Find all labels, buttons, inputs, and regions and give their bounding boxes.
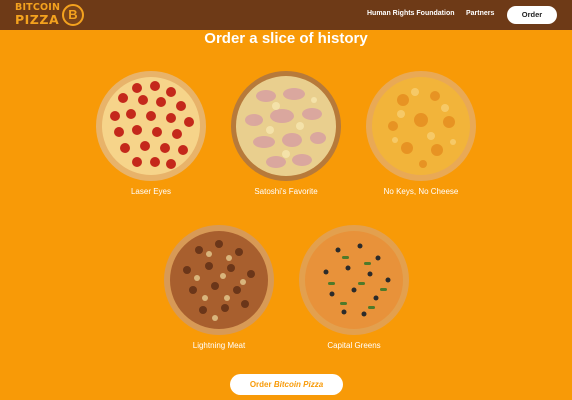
cheese-pizza-icon[interactable] — [365, 70, 477, 182]
pizza-name[interactable]: Lightning Meat — [159, 341, 279, 350]
ham-pizza-icon[interactable] — [230, 70, 342, 182]
top-navigation-bar: BITCOIN PIZZA B Human Rights Foundation … — [0, 0, 572, 30]
nav-link-human-rights-foundation[interactable]: Human Rights Foundation — [367, 10, 455, 17]
order-nav-button[interactable]: Order — [507, 6, 557, 24]
pizza-card-laser-eyes[interactable]: Laser Eyes — [91, 70, 211, 220]
nav-link-partners[interactable]: Partners — [466, 10, 494, 17]
veggie-pizza-icon[interactable] — [298, 224, 410, 336]
order-button-brand: Bitcoin Pizza — [273, 380, 324, 389]
pepperoni-pizza-icon[interactable] — [95, 70, 207, 182]
pizza-name[interactable]: Laser Eyes — [91, 187, 211, 196]
page-headline: Order a slice of history — [204, 30, 368, 47]
pizza-name[interactable]: No Keys, No Cheese — [361, 187, 481, 196]
pizza-card-satoshis-favorite[interactable]: Satoshi's Favorite — [226, 70, 346, 220]
logo-text: BITCOIN PIZZA — [15, 2, 63, 27]
pizza-name[interactable]: Capital Greens — [294, 341, 414, 350]
pizza-card-lightning-meat[interactable]: Lightning Meat — [159, 224, 279, 374]
logo-line-2: PIZZA — [15, 12, 60, 27]
order-bitcoin-pizza-button[interactable]: Order Bitcoin Pizza — [230, 374, 343, 395]
order-button-prefix: Order — [249, 380, 274, 389]
meat-pizza-icon[interactable] — [163, 224, 275, 336]
pizza-card-no-keys-no-cheese[interactable]: No Keys, No Cheese — [361, 70, 481, 220]
pizza-name[interactable]: Satoshi's Favorite — [226, 187, 346, 196]
pizza-card-capital-greens[interactable]: Capital Greens — [294, 224, 414, 374]
bitcoin-badge-icon: B — [62, 4, 84, 26]
